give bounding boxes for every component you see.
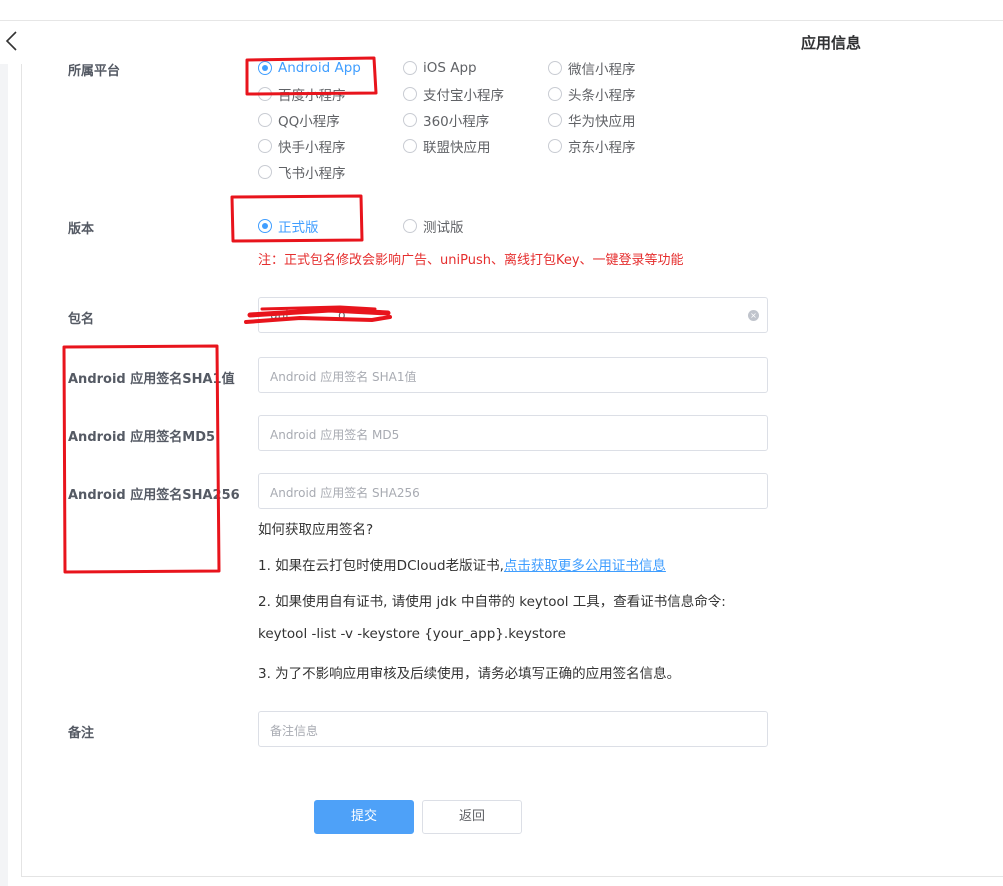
radio-icon	[258, 165, 272, 179]
radio-icon	[403, 113, 417, 127]
page-title: 应用信息	[801, 34, 862, 52]
radio-label: 京东小程序	[568, 140, 636, 156]
clear-icon[interactable]: ×	[748, 310, 759, 321]
platform-radio-huawei[interactable]: 华为快应用	[548, 111, 636, 130]
version-radio-test[interactable]: 测试版	[403, 217, 464, 236]
platform-radio-quickapp-union[interactable]: 联盟快应用	[403, 137, 491, 156]
sha256-label: Android 应用签名SHA256	[68, 488, 240, 503]
public-cert-link[interactable]: 点击获取更多公用证书信息	[504, 558, 666, 574]
keytool-command: keytool -list -v -keystore {your_app}.ke…	[258, 626, 566, 642]
platform-radio-kuaishou[interactable]: 快手小程序	[258, 137, 346, 156]
radio-label: 快手小程序	[278, 140, 346, 156]
radio-label: 华为快应用	[568, 114, 636, 130]
radio-icon	[258, 87, 272, 101]
radio-icon	[403, 139, 417, 153]
platform-radio-feishu[interactable]: 飞书小程序	[258, 163, 346, 182]
platform-radio-alipay[interactable]: 支付宝小程序	[403, 85, 504, 104]
version-warning-note: 注：正式包名修改会影响广告、uniPush、离线打包Key、一键登录等功能	[258, 253, 684, 268]
radio-icon	[258, 139, 272, 153]
radio-icon	[548, 61, 562, 75]
top-bar	[0, 0, 1003, 21]
platform-radio-baidu[interactable]: 百度小程序	[258, 85, 346, 104]
version-radio-release[interactable]: 正式版	[258, 217, 319, 236]
platform-radio-jd[interactable]: 京东小程序	[548, 137, 636, 156]
remark-placeholder: 备注信息	[270, 724, 319, 738]
sha256-placeholder: Android 应用签名 SHA256	[270, 486, 420, 500]
platform-radio-toutiao[interactable]: 头条小程序	[548, 85, 636, 104]
submit-button[interactable]: 提交	[314, 800, 414, 834]
package-name-input[interactable]: uni.............o ×	[258, 297, 768, 333]
platform-radio-weixin[interactable]: 微信小程序	[548, 59, 636, 78]
sha1-input[interactable]: Android 应用签名 SHA1值	[258, 357, 768, 393]
back-button[interactable]: 返回	[422, 800, 522, 834]
radio-label: 支付宝小程序	[423, 88, 504, 104]
radio-icon	[403, 87, 417, 101]
radio-label: 正式版	[278, 220, 319, 236]
platform-radio-360[interactable]: 360小程序	[403, 111, 490, 130]
radio-icon	[258, 113, 272, 127]
help-step-2: 2. 如果使用自有证书, 请使用 jdk 中自带的 keytool 工具，查看证…	[258, 594, 726, 610]
md5-label: Android 应用签名MD5	[68, 430, 216, 445]
version-label: 版本	[68, 222, 95, 237]
radio-icon	[548, 113, 562, 127]
radio-icon	[548, 87, 562, 101]
radio-label: 百度小程序	[278, 88, 346, 104]
platform-radio-ios[interactable]: iOS App	[403, 59, 477, 77]
radio-icon	[403, 61, 417, 75]
back-chevron-icon[interactable]	[4, 30, 18, 52]
radio-label: 360小程序	[423, 114, 490, 130]
sha256-input[interactable]: Android 应用签名 SHA256	[258, 473, 768, 509]
radio-icon	[403, 219, 417, 233]
platform-radio-android[interactable]: Android App	[258, 59, 361, 77]
page-left-strip	[0, 64, 8, 886]
radio-label: 联盟快应用	[423, 140, 491, 156]
help-title: 如何获取应用签名?	[258, 522, 374, 538]
sha1-label: Android 应用签名SHA1值	[68, 372, 235, 387]
card-border-left	[21, 64, 22, 876]
sha1-placeholder: Android 应用签名 SHA1值	[270, 370, 417, 384]
md5-input[interactable]: Android 应用签名 MD5	[258, 415, 768, 451]
radio-label: 测试版	[423, 220, 464, 236]
card-border-bottom	[21, 876, 1003, 877]
remark-label: 备注	[68, 726, 95, 741]
radio-label: Android App	[278, 60, 361, 76]
help-step-3: 3. 为了不影响应用审核及后续使用，请务必填写正确的应用签名信息。	[258, 666, 681, 682]
platform-radio-qq[interactable]: QQ小程序	[258, 111, 340, 130]
radio-label: iOS App	[423, 60, 477, 76]
help-step-1-text: 1. 如果在云打包时使用DCloud老版证书,	[258, 558, 504, 574]
radio-icon	[548, 139, 562, 153]
radio-checked-icon	[258, 61, 272, 75]
package-label: 包名	[68, 312, 95, 327]
radio-label: 头条小程序	[568, 88, 636, 104]
radio-label: QQ小程序	[278, 114, 340, 130]
radio-label: 微信小程序	[568, 62, 636, 78]
radio-label: 飞书小程序	[278, 166, 346, 182]
platform-label: 所属平台	[68, 64, 121, 79]
remark-input[interactable]: 备注信息	[258, 711, 768, 747]
package-name-value: uni.............o	[270, 308, 346, 322]
md5-placeholder: Android 应用签名 MD5	[270, 428, 400, 442]
radio-checked-icon	[258, 219, 272, 233]
help-step-1: 1. 如果在云打包时使用DCloud老版证书,点击获取更多公用证书信息	[258, 554, 666, 574]
